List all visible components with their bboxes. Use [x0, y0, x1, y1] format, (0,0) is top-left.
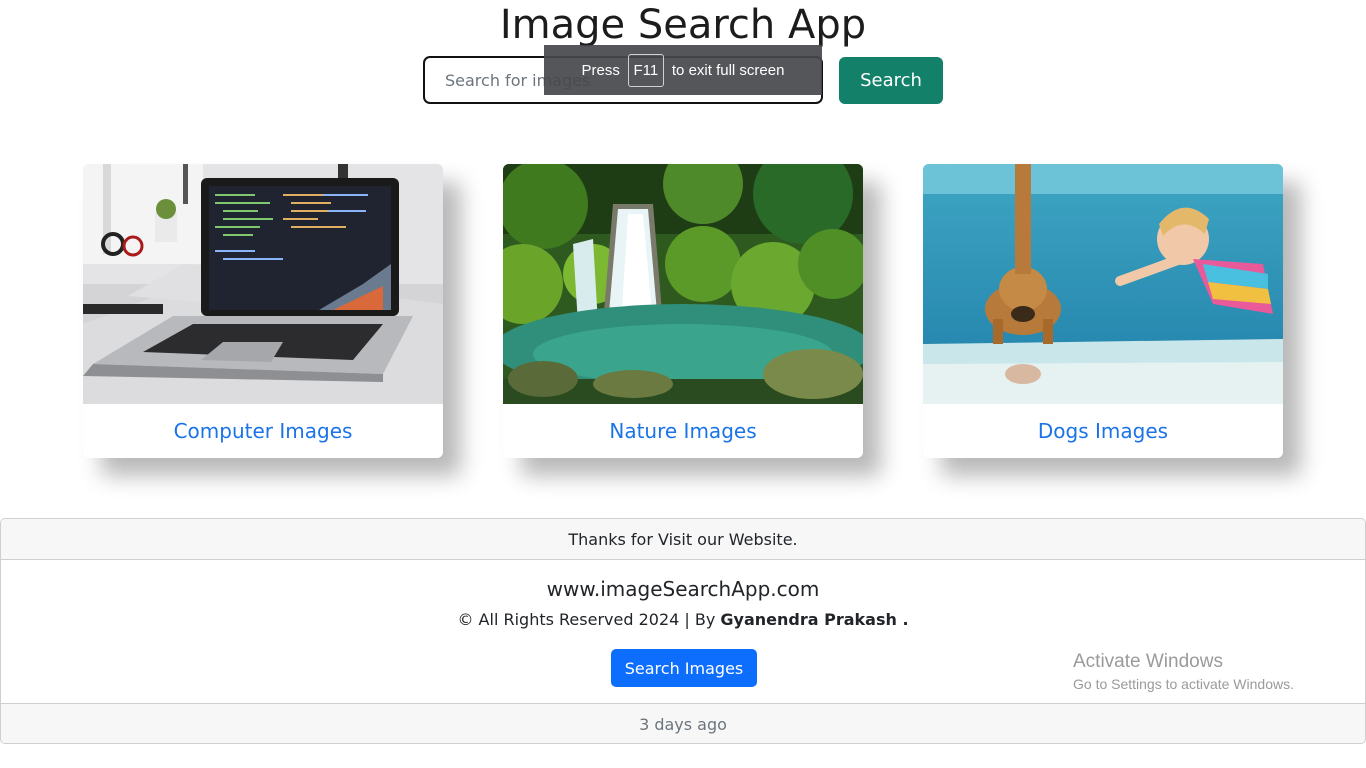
waterfall-photo	[503, 164, 863, 404]
footer-header: Thanks for Visit our Website.	[1, 519, 1365, 560]
activate-title: Activate Windows	[1073, 651, 1223, 672]
author-name: Gyanendra Prakash .	[720, 610, 909, 629]
activate-windows-watermark: Activate Windows Go to Settings to activ…	[1073, 650, 1343, 694]
footer: Thanks for Visit our Website. www.imageS…	[0, 518, 1366, 744]
search-button[interactable]: Search	[839, 57, 943, 104]
search-images-button[interactable]: Search Images	[611, 649, 757, 687]
footer-site-url: www.imageSearchApp.com	[546, 577, 820, 601]
dog-swimming-photo	[923, 164, 1283, 404]
footer-timestamp: 3 days ago	[1, 703, 1365, 743]
f11-key-label: F11	[627, 53, 664, 87]
fullscreen-notice-prefix: Press	[581, 61, 620, 79]
card-title-nature[interactable]: Nature Images	[503, 404, 863, 458]
laptop-photo	[83, 164, 443, 404]
page-title: Image Search App	[499, 2, 867, 48]
card-nature[interactable]: Nature Images	[503, 164, 863, 458]
fullscreen-notice-suffix: to exit full screen	[671, 61, 785, 79]
rights-text: © All Rights Reserved 2024 | By	[457, 610, 716, 629]
card-title-computer[interactable]: Computer Images	[83, 404, 443, 458]
card-computer[interactable]: Computer Images	[83, 164, 443, 458]
fullscreen-notice: Press F11 to exit full screen	[544, 45, 822, 95]
activate-subtitle: Go to Settings to activate Windows.	[1073, 676, 1294, 692]
footer-rights: © All Rights Reserved 2024 | By Gyanendr…	[1, 609, 1365, 631]
card-dogs[interactable]: Dogs Images	[923, 164, 1283, 458]
card-title-dogs[interactable]: Dogs Images	[923, 404, 1283, 458]
